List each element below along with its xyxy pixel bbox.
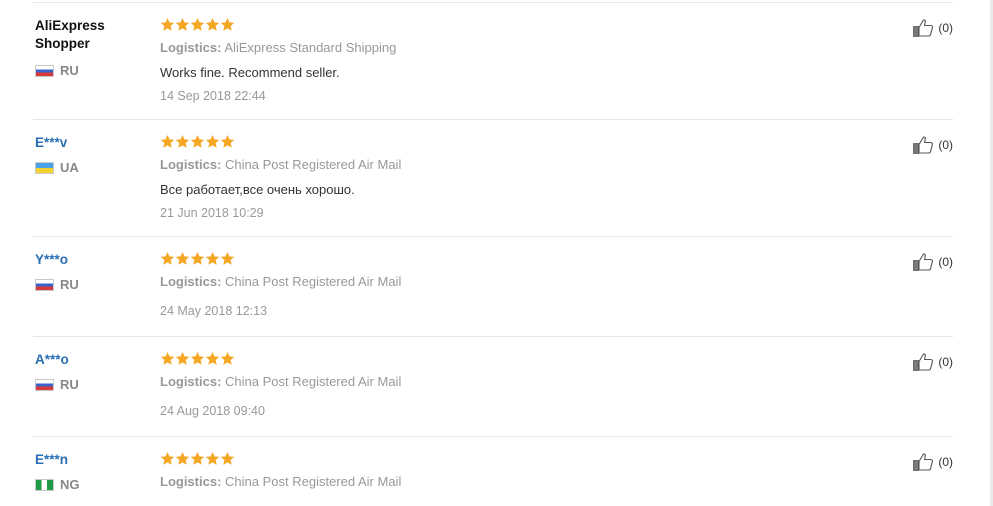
review-item: E***v UA Logistics: China Post Registere… [33,120,953,237]
reviewer-country: RU [35,63,79,78]
review-date: 14 Sep 2018 22:44 [160,89,266,103]
logistics-label: Logistics: [160,274,222,289]
country-code: UA [60,160,79,175]
star-icon [160,351,175,366]
logistics-value: China Post Registered Air Mail [225,274,402,289]
star-rating [160,451,235,467]
logistics-info: Logistics: China Post Registered Air Mai… [160,374,401,389]
reviewer-name: AliExpress Shopper [35,18,105,51]
star-icon [190,134,205,149]
star-rating [160,134,235,150]
helpful-count: (0) [938,355,953,369]
star-icon [220,134,235,149]
country-code: RU [60,63,79,78]
review-item: E***n NG Logistics: China Post Registere… [33,437,953,506]
logistics-value: China Post Registered Air Mail [225,157,402,172]
helpful-button[interactable]: (0) [912,18,953,38]
helpful-button[interactable]: (0) [912,452,953,472]
review-text: Все работает,все очень хорошо. [160,182,355,197]
reviewer-country: NG [35,477,80,492]
helpful-button[interactable]: (0) [912,135,953,155]
logistics-value: AliExpress Standard Shipping [224,40,397,55]
thumbs-up-icon[interactable] [912,18,936,38]
reviewer-country: UA [35,160,79,175]
star-icon [175,351,190,366]
logistics-value: China Post Registered Air Mail [225,374,402,389]
star-icon [175,134,190,149]
star-icon [205,251,220,266]
country-code: NG [60,477,80,492]
review-item: Y***o RU Logistics: China Post Registere… [33,237,953,337]
star-rating [160,17,235,33]
star-icon [205,134,220,149]
review-date: 24 Aug 2018 09:40 [160,404,265,418]
star-rating [160,251,235,267]
helpful-count: (0) [938,255,953,269]
thumbs-up-icon[interactable] [912,252,936,272]
reviewer-country: RU [35,377,79,392]
flag-ng-icon [35,478,54,491]
thumbs-up-icon[interactable] [912,352,936,372]
logistics-label: Logistics: [160,157,222,172]
flag-ru-icon [35,278,54,291]
star-icon [220,351,235,366]
star-icon [205,17,220,32]
country-code: RU [60,277,79,292]
helpful-count: (0) [938,455,953,469]
thumbs-up-icon[interactable] [912,452,936,472]
flag-ru-icon [35,64,54,77]
star-icon [175,17,190,32]
logistics-label: Logistics: [160,40,222,55]
logistics-info: Logistics: China Post Registered Air Mai… [160,274,401,289]
logistics-label: Logistics: [160,474,222,489]
star-icon [160,451,175,466]
review-text: Works fine. Recommend seller. [160,65,340,80]
star-icon [205,351,220,366]
reviewer-name[interactable]: E***v [35,134,67,152]
thumbs-up-icon[interactable] [912,135,936,155]
logistics-info: Logistics: AliExpress Standard Shipping [160,40,396,55]
logistics-value: China Post Registered Air Mail [225,474,402,489]
star-icon [205,451,220,466]
star-icon [190,351,205,366]
star-rating [160,351,235,367]
review-date: 21 Jun 2018 10:29 [160,206,264,220]
star-icon [175,251,190,266]
flag-ua-icon [35,161,54,174]
review-item: A***o RU Logistics: China Post Registere… [33,337,953,437]
star-icon [175,451,190,466]
star-icon [220,451,235,466]
star-icon [220,251,235,266]
helpful-button[interactable]: (0) [912,352,953,372]
reviewer-name[interactable]: Y***o [35,251,68,269]
logistics-info: Logistics: China Post Registered Air Mai… [160,474,401,489]
logistics-label: Logistics: [160,374,222,389]
flag-ru-icon [35,378,54,391]
review-item: AliExpress Shopper RU Logistics: AliExpr… [33,3,953,120]
helpful-count: (0) [938,138,953,152]
review-date: 24 May 2018 12:13 [160,304,268,318]
logistics-info: Logistics: China Post Registered Air Mai… [160,157,401,172]
star-icon [220,17,235,32]
reviewer-name[interactable]: E***n [35,451,68,469]
star-icon [190,17,205,32]
reviewer-name[interactable]: A***o [35,351,69,369]
star-icon [190,451,205,466]
star-icon [160,17,175,32]
star-icon [160,134,175,149]
helpful-button[interactable]: (0) [912,252,953,272]
country-code: RU [60,377,79,392]
star-icon [160,251,175,266]
reviewer-country: RU [35,277,79,292]
star-icon [190,251,205,266]
helpful-count: (0) [938,21,953,35]
